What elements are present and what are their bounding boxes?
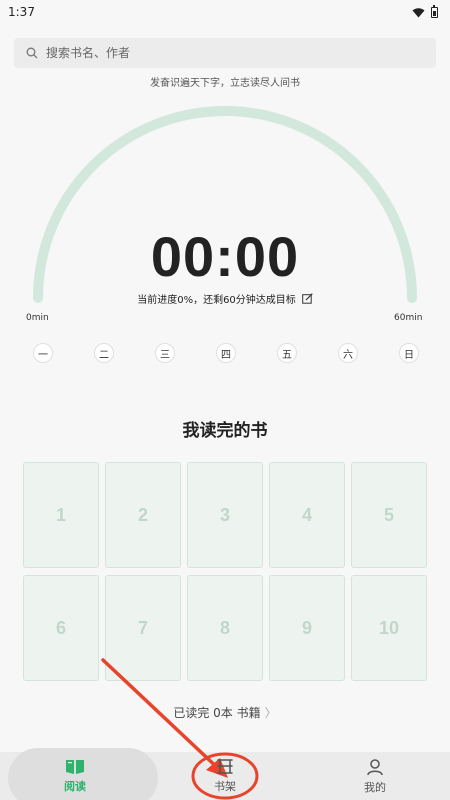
nav-label-mine: 我的: [364, 780, 386, 794]
nav-tab-mine[interactable]: 我的: [300, 752, 450, 800]
book-slot-9[interactable]: 9: [269, 575, 345, 681]
weekday-row: 一 二 三 四 五 六 日: [33, 343, 419, 363]
book-slot-5[interactable]: 5: [351, 462, 427, 568]
weekday-sun[interactable]: 日: [399, 343, 419, 363]
book-slot-8[interactable]: 8: [187, 575, 263, 681]
person-icon: [367, 758, 383, 775]
gauge-min-label: 0min: [26, 313, 49, 323]
timer-display: 00:00: [150, 225, 300, 288]
read-count-link[interactable]: 已读完 0本 书籍〉: [0, 704, 450, 721]
read-count-text: 已读完 0本 书籍: [173, 706, 261, 720]
nav-label-bookshelf: 书架: [214, 780, 236, 793]
progress-text: 当前进度0%，还剩60分钟达成目标: [137, 295, 296, 306]
bookshelf-icon: [217, 759, 233, 774]
bottom-nav: 阅读 书架 我的: [0, 748, 450, 800]
weekday-sat[interactable]: 六: [338, 343, 358, 363]
book-slot-6[interactable]: 6: [23, 575, 99, 681]
book-open-icon: [66, 760, 84, 774]
nav-tab-read[interactable]: 阅读: [0, 748, 158, 800]
weekday-fri[interactable]: 五: [277, 343, 297, 363]
finished-books-title: 我读完的书: [182, 421, 268, 441]
book-slot-4[interactable]: 4: [269, 462, 345, 568]
chevron-right-icon: 〉: [264, 706, 277, 720]
weekday-wed[interactable]: 三: [155, 343, 175, 363]
book-slot-1[interactable]: 1: [23, 462, 99, 568]
weekday-thu[interactable]: 四: [216, 343, 236, 363]
book-slot-7[interactable]: 7: [105, 575, 181, 681]
book-slot-2[interactable]: 2: [105, 462, 181, 568]
nav-tab-bookshelf[interactable]: 书架: [150, 752, 300, 800]
book-slot-10[interactable]: 10: [351, 575, 427, 681]
gauge-max-label: 60min: [394, 313, 423, 323]
progress-row: 当前进度0%，还剩60分钟达成目标: [0, 291, 450, 306]
weekday-tue[interactable]: 二: [94, 343, 114, 363]
book-slot-3[interactable]: 3: [187, 462, 263, 568]
weekday-mon[interactable]: 一: [33, 343, 53, 363]
edit-icon[interactable]: [301, 293, 313, 304]
nav-label-read: 阅读: [64, 780, 86, 793]
